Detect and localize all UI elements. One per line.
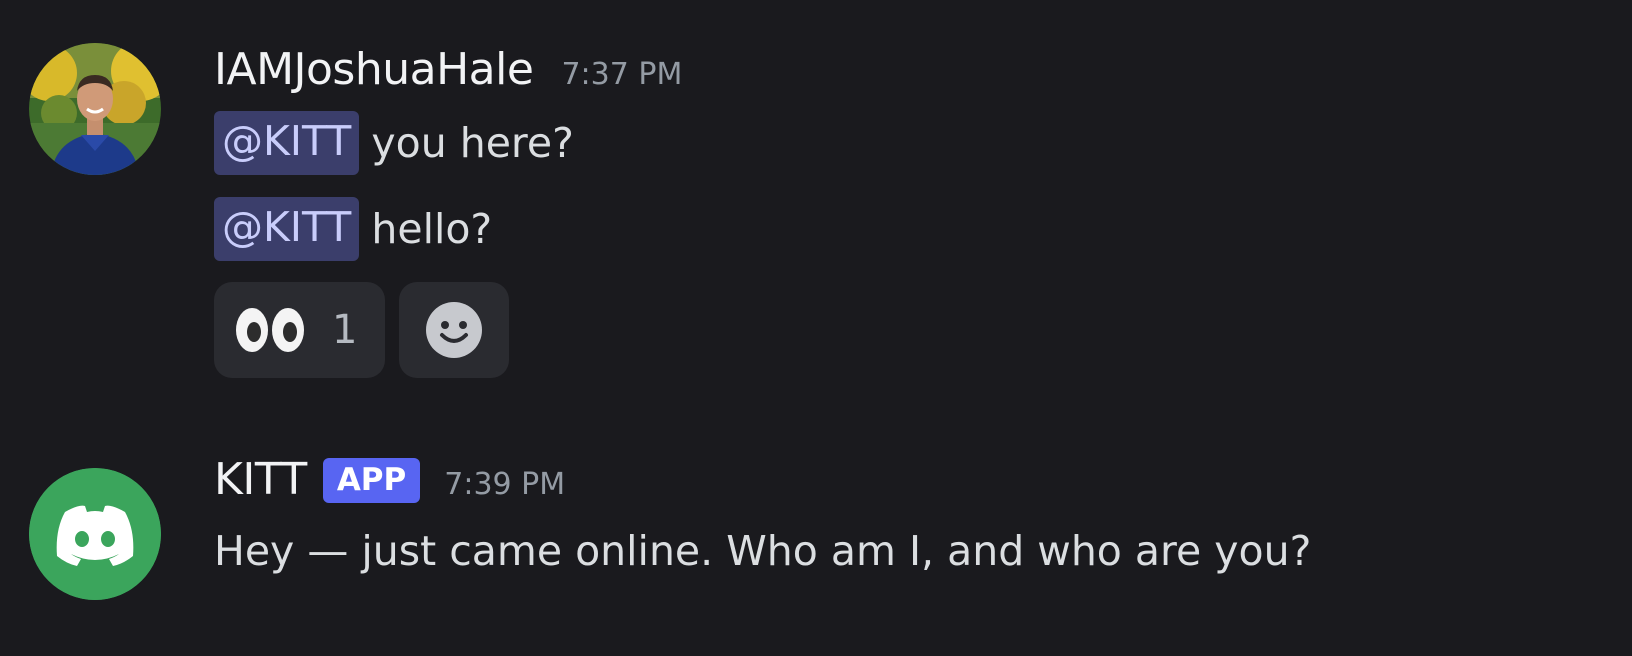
add-reaction-icon xyxy=(426,302,482,358)
message-text: you here? xyxy=(371,119,574,167)
message-header: KITT APP 7:39 PM xyxy=(214,454,565,507)
add-reaction-button[interactable] xyxy=(399,282,509,378)
reaction-bar: 1 xyxy=(214,282,509,378)
message-line: Hey — just came online. Who am I, and wh… xyxy=(214,520,1311,582)
discord-logo-icon xyxy=(29,468,161,600)
message-text: Hey — just came online. Who am I, and wh… xyxy=(214,527,1312,575)
message-line: @KITT hello? xyxy=(214,194,492,264)
user-mention[interactable]: @KITT xyxy=(214,111,360,175)
app-badge: APP xyxy=(322,458,421,503)
message-group-kitt: KITT APP 7:39 PM Hey — just came online.… xyxy=(0,440,1632,656)
username[interactable]: IAMJoshuaHale xyxy=(214,44,534,95)
message-line: @KITT you here? xyxy=(214,108,574,178)
timestamp[interactable]: 7:37 PM xyxy=(561,57,682,92)
eyes-icon xyxy=(236,308,304,352)
user-avatar[interactable] xyxy=(29,43,161,175)
bot-avatar[interactable] xyxy=(29,468,161,600)
message-header: IAMJoshuaHale 7:37 PM xyxy=(214,44,682,95)
username[interactable]: KITT xyxy=(214,454,307,505)
reaction-eyes[interactable]: 1 xyxy=(214,282,385,378)
user-avatar-photo xyxy=(29,43,161,175)
timestamp[interactable]: 7:39 PM xyxy=(444,467,565,502)
message-group-iamjoshuahale: IAMJoshuaHale 7:37 PM @KITT you here? @K… xyxy=(0,0,1632,400)
user-mention[interactable]: @KITT xyxy=(214,197,360,261)
message-text: hello? xyxy=(371,205,493,253)
reaction-count: 1 xyxy=(332,307,358,353)
